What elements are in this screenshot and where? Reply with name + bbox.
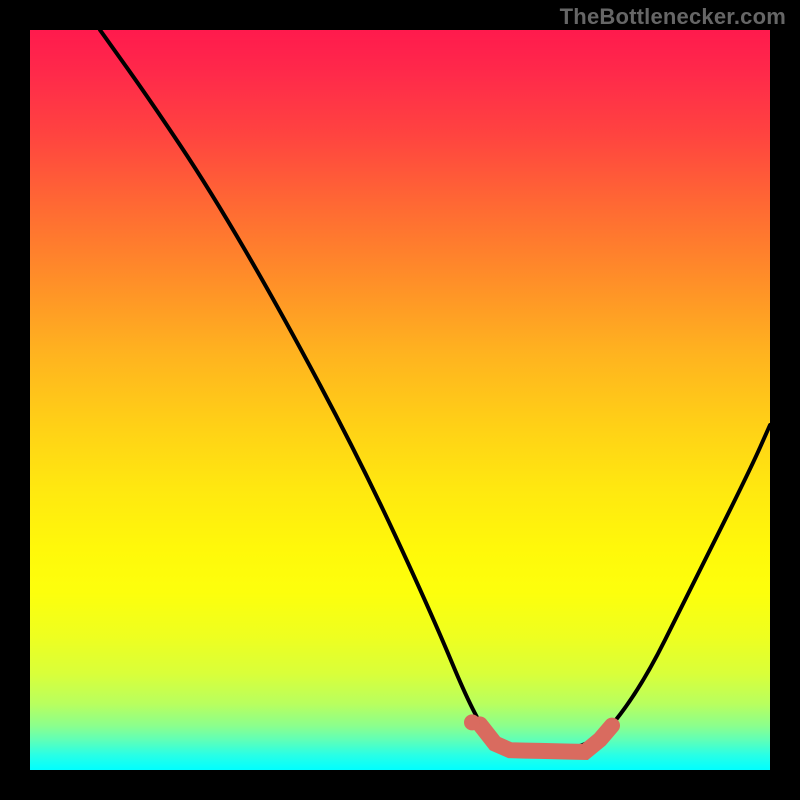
curve-layer <box>30 30 770 770</box>
plot-area <box>30 30 770 770</box>
chart-stage: TheBottlenecker.com <box>0 0 800 800</box>
optimal-range-marker <box>480 724 612 752</box>
bottleneck-curve <box>100 30 770 751</box>
branding-text: TheBottlenecker.com <box>560 4 786 30</box>
optimal-point-dot <box>464 714 480 730</box>
